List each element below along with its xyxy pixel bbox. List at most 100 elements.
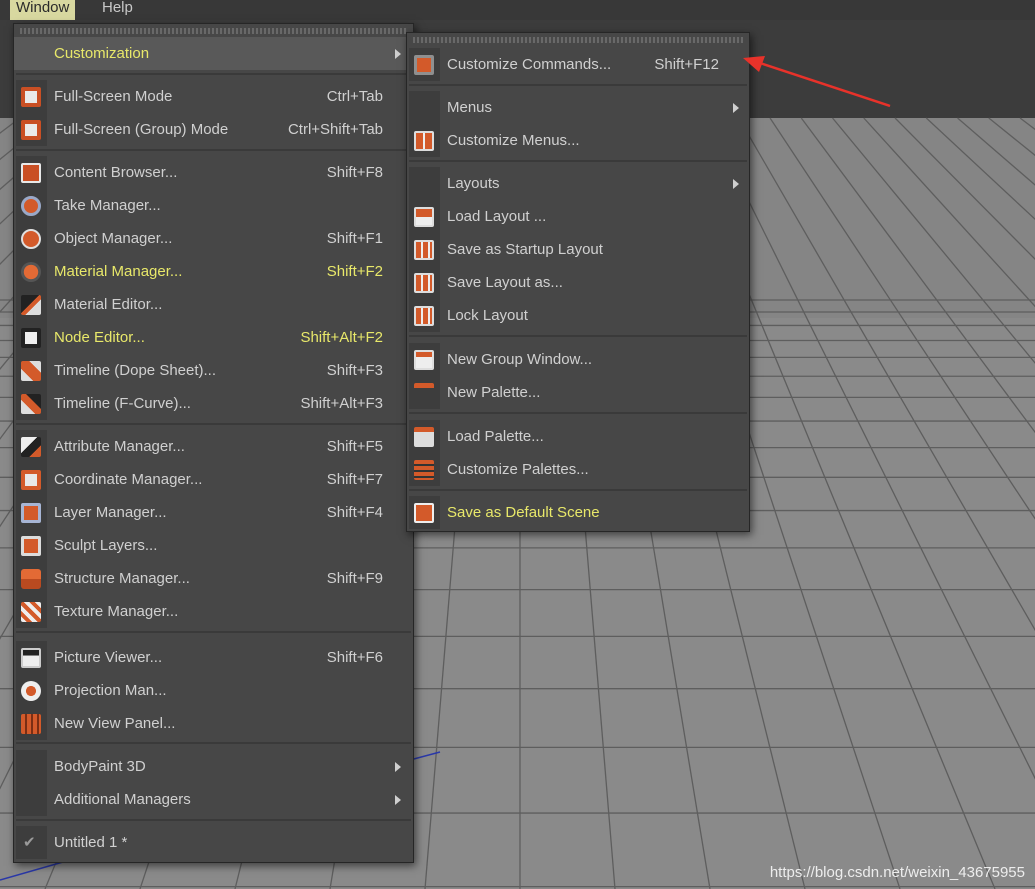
menu-item-label: Customization: [54, 45, 150, 62]
menu-separator: [16, 73, 411, 75]
menu-item-label: Material Editor...: [54, 296, 163, 313]
menu-item-shortcut: Shift+F1: [326, 230, 383, 247]
menu-item-label: Take Manager...: [54, 197, 161, 214]
menu-item-content-browser[interactable]: Content Browser... Shift+F8: [14, 156, 413, 189]
material-manager-icon: [21, 262, 41, 282]
window-menu: Customization Full-Screen Mode Ctrl+Tab …: [13, 23, 414, 863]
menu-item-node-editor[interactable]: Node Editor... Shift+Alt+F2: [14, 321, 413, 354]
watermark: https://blog.csdn.net/weixin_43675955: [769, 864, 1025, 881]
menu-item-new-view-panel[interactable]: New View Panel...: [14, 707, 413, 740]
menu-gutter: [16, 783, 47, 816]
menubar-window[interactable]: Window: [10, 0, 76, 20]
menu-item-untitled-1[interactable]: ✔ Untitled 1 *: [14, 826, 413, 859]
menu-grip[interactable]: [20, 28, 407, 34]
menu-item-save-startup-layout[interactable]: Save as Startup Layout: [407, 233, 749, 266]
menu-item-label: Layer Manager...: [54, 504, 167, 521]
menu-separator: [409, 335, 747, 337]
menu-separator: [16, 819, 411, 821]
chevron-right-icon: [395, 49, 401, 59]
menu-separator: [16, 423, 411, 425]
texture-manager-icon: [21, 602, 41, 622]
menu-item-save-default-scene[interactable]: Save as Default Scene: [407, 496, 749, 529]
menu-item-sculpt-layers[interactable]: Sculpt Layers...: [14, 529, 413, 562]
take-manager-icon: [21, 196, 41, 216]
menu-item-fullscreen-group-mode[interactable]: Full-Screen (Group) Mode Ctrl+Shift+Tab: [14, 113, 413, 146]
menubar-help[interactable]: Help: [96, 0, 139, 20]
menu-item-timeline-fcurve[interactable]: Timeline (F-Curve)... Shift+Alt+F3: [14, 387, 413, 420]
customize-menus-icon: [414, 131, 434, 151]
menu-item-label: Structure Manager...: [54, 570, 190, 587]
menu-item-load-layout[interactable]: Load Layout ...: [407, 200, 749, 233]
menu-item-label: Node Editor...: [54, 329, 145, 346]
menu-item-load-palette[interactable]: Load Palette...: [407, 420, 749, 453]
menu-item-additional-managers[interactable]: Additional Managers: [14, 783, 413, 816]
menu-item-object-manager[interactable]: Object Manager... Shift+F1: [14, 222, 413, 255]
menu-item-customization[interactable]: Customization: [14, 37, 413, 70]
menu-item-label: Load Palette...: [447, 428, 544, 445]
menu-item-customize-menus[interactable]: Customize Menus...: [407, 124, 749, 157]
menu-grip[interactable]: [413, 37, 743, 43]
menu-item-label: Customize Menus...: [447, 132, 580, 149]
menu-item-texture-manager[interactable]: Texture Manager...: [14, 595, 413, 628]
menu-gutter: [409, 91, 440, 124]
menu-item-layouts[interactable]: Layouts: [407, 167, 749, 200]
menu-item-structure-manager[interactable]: Structure Manager... Shift+F9: [14, 562, 413, 595]
check-icon: ✔: [23, 834, 36, 851]
object-manager-icon: [21, 229, 41, 249]
menu-item-picture-viewer[interactable]: Picture Viewer... Shift+F6: [14, 641, 413, 674]
menu-item-label: Attribute Manager...: [54, 438, 185, 455]
menu-item-shortcut: Shift+F8: [326, 164, 383, 181]
timeline-fcurve-icon: [21, 394, 41, 414]
menu-item-label: New Group Window...: [447, 351, 593, 368]
new-palette-icon: [414, 383, 434, 403]
menu-item-label: Texture Manager...: [54, 603, 179, 620]
menu-item-customize-commands[interactable]: Customize Commands... Shift+F12: [407, 48, 749, 81]
menu-item-coordinate-manager[interactable]: Coordinate Manager... Shift+F7: [14, 463, 413, 496]
menu-item-bodypaint-3d[interactable]: BodyPaint 3D: [14, 750, 413, 783]
new-view-panel-icon: [21, 714, 41, 734]
sculpt-layers-icon: [21, 536, 41, 556]
menu-item-new-group-window[interactable]: New Group Window...: [407, 343, 749, 376]
menu-item-new-palette[interactable]: New Palette...: [407, 376, 749, 409]
menu-separator: [409, 412, 747, 414]
material-editor-icon: [21, 295, 41, 315]
menu-item-label: Timeline (F-Curve)...: [54, 395, 191, 412]
lock-layout-icon: [414, 306, 434, 326]
menu-item-lock-layout[interactable]: Lock Layout: [407, 299, 749, 332]
timeline-dope-sheet-icon: [21, 361, 41, 381]
menu-item-menus[interactable]: Menus: [407, 91, 749, 124]
menu-item-label: New Palette...: [447, 384, 541, 401]
menu-item-customize-palettes[interactable]: Customize Palettes...: [407, 453, 749, 486]
load-layout-icon: [414, 207, 434, 227]
menu-item-attribute-manager[interactable]: Attribute Manager... Shift+F5: [14, 430, 413, 463]
menu-item-take-manager[interactable]: Take Manager...: [14, 189, 413, 222]
menu-item-label: BodyPaint 3D: [54, 758, 146, 775]
menu-item-label: Coordinate Manager...: [54, 471, 203, 488]
menu-item-label: Projection Man...: [54, 682, 167, 699]
menu-item-shortcut: Shift+F9: [326, 570, 383, 587]
menu-item-label: Additional Managers: [54, 791, 191, 808]
layer-manager-icon: [21, 503, 41, 523]
menu-item-material-editor[interactable]: Material Editor...: [14, 288, 413, 321]
customize-commands-icon: [414, 55, 434, 75]
menu-item-shortcut: Shift+F5: [326, 438, 383, 455]
menu-item-save-layout-as[interactable]: Save Layout as...: [407, 266, 749, 299]
menu-item-label: Lock Layout: [447, 307, 528, 324]
menu-item-material-manager[interactable]: Material Manager... Shift+F2: [14, 255, 413, 288]
chevron-right-icon: [395, 795, 401, 805]
picture-viewer-icon: [21, 648, 41, 668]
menu-item-label: New View Panel...: [54, 715, 176, 732]
menu-item-label: Customize Commands...: [447, 56, 612, 73]
menu-item-label: Content Browser...: [54, 164, 178, 181]
menu-separator: [409, 84, 747, 86]
menu-item-fullscreen-mode[interactable]: Full-Screen Mode Ctrl+Tab: [14, 80, 413, 113]
menu-item-label: Untitled 1 *: [54, 834, 128, 851]
menu-item-timeline-dope-sheet[interactable]: Timeline (Dope Sheet)... Shift+F3: [14, 354, 413, 387]
menubar: Window Help: [0, 0, 1035, 20]
save-default-scene-icon: [414, 503, 434, 523]
menu-item-label: Sculpt Layers...: [54, 537, 158, 554]
menu-item-projection-man[interactable]: Projection Man...: [14, 674, 413, 707]
menu-item-shortcut: Shift+Alt+F3: [300, 395, 383, 412]
menu-item-layer-manager[interactable]: Layer Manager... Shift+F4: [14, 496, 413, 529]
menu-item-label: Full-Screen (Group) Mode: [54, 121, 229, 138]
